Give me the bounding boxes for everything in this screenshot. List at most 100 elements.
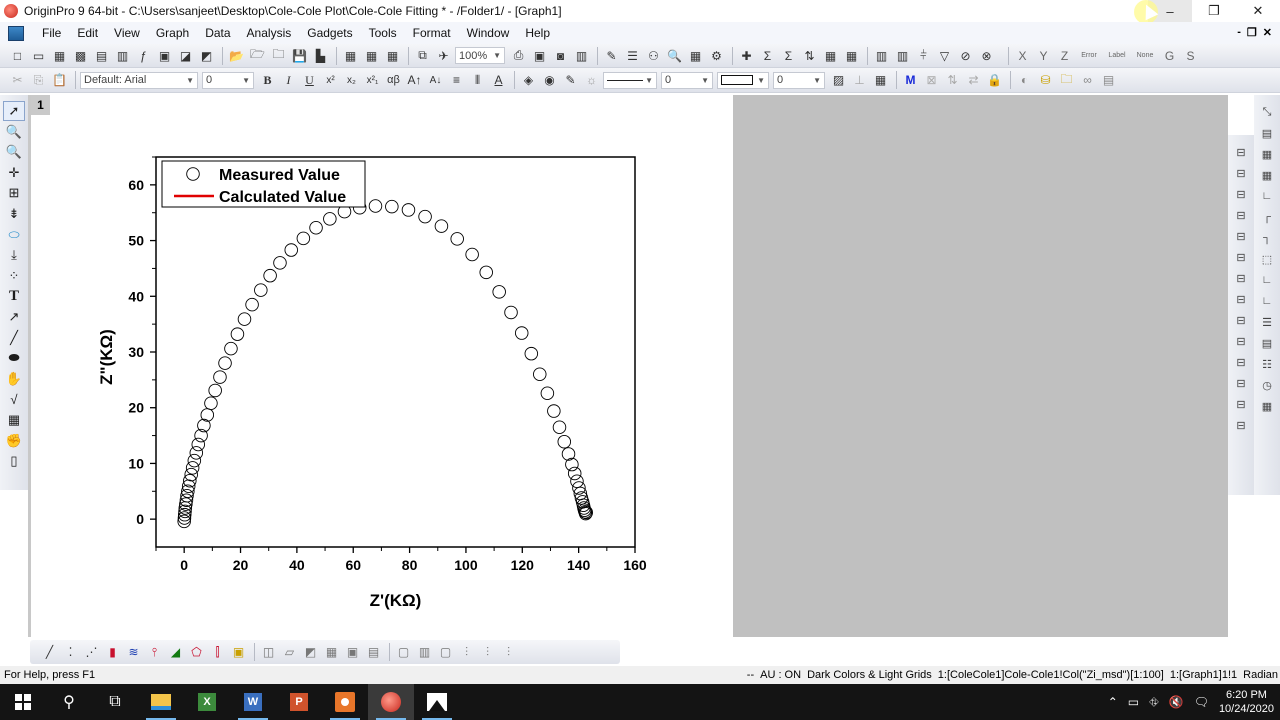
sort-icon[interactable]: ⇅ — [800, 47, 819, 65]
results-log-icon[interactable]: ☰ — [623, 47, 642, 65]
command-window-icon[interactable]: ▦ — [686, 47, 705, 65]
statistics-icon[interactable]: Σ — [779, 47, 798, 65]
font-color-icon[interactable]: A — [489, 71, 508, 89]
screen-reader-icon[interactable]: ⊞ — [3, 183, 25, 203]
new-graph-icon[interactable]: ▤ — [92, 47, 111, 65]
font-name-combo[interactable]: Default: Arial ▼ — [80, 71, 198, 89]
new-excel-icon[interactable]: ▩ — [71, 47, 90, 65]
new-project-icon[interactable]: □ — [8, 47, 27, 65]
decrease-font-button[interactable]: A↓ — [426, 71, 445, 89]
add-bottom-x-top-y-icon[interactable]: ▤ — [1258, 124, 1276, 142]
new-layout-icon[interactable]: ▣ — [155, 47, 174, 65]
object-browser-icon[interactable]: 🔍 — [665, 47, 684, 65]
save-icon[interactable]: 💾 — [290, 47, 309, 65]
line-tool-icon[interactable]: ╱ — [3, 328, 25, 348]
align-center-h-icon[interactable]: ⊟ — [1232, 227, 1250, 245]
draw-data-icon[interactable]: ⇟ — [3, 204, 25, 224]
slide-show-icon[interactable]: ◙ — [551, 47, 570, 65]
column-align-icon[interactable]: ⦀ — [468, 71, 487, 89]
film-icon[interactable]: ▥ — [572, 47, 591, 65]
offset-icon[interactable]: ⇅ — [943, 71, 962, 89]
bottom-left-red-axes-icon[interactable]: ∟ — [1258, 292, 1276, 310]
same-height-icon[interactable]: ⊟ — [1232, 290, 1250, 308]
close-button[interactable]: ✕ — [1236, 0, 1280, 22]
cut-icon[interactable]: ✂ — [8, 71, 27, 89]
start-button[interactable] — [0, 684, 46, 720]
reapply-filter-icon[interactable]: ⊗ — [977, 47, 996, 65]
paste-icon[interactable]: 📋 — [50, 71, 69, 89]
taskbar-file-explorer[interactable] — [138, 684, 184, 720]
insert-table-icon[interactable]: ▦ — [3, 410, 25, 430]
3d-scatter-icon[interactable]: ▤ — [364, 643, 383, 661]
folder-icon[interactable]: 🗀 — [1057, 71, 1076, 89]
set-column-x-button[interactable]: X — [1013, 47, 1032, 65]
chevron-down-icon[interactable]: ▼ — [645, 76, 653, 85]
3d-wire-icon[interactable]: ◩ — [301, 643, 320, 661]
unmask-icon[interactable]: ⊠ — [922, 71, 941, 89]
set-column-icon[interactable]: ▦ — [842, 47, 861, 65]
code-builder-icon[interactable]: ✎ — [602, 47, 621, 65]
pan-icon[interactable]: ✋ — [3, 369, 25, 389]
mask-icon[interactable]: M — [901, 71, 920, 89]
align-bottom-icon[interactable]: ⊟ — [1232, 164, 1250, 182]
line-plot-icon[interactable]: ╱ — [40, 643, 59, 661]
border-style-combo[interactable]: ▼ — [717, 71, 769, 89]
ungroup-objects-icon[interactable]: ⊟ — [1232, 416, 1250, 434]
chevron-down-icon[interactable]: ▼ — [186, 76, 194, 85]
new-matrix-icon[interactable]: ▥ — [113, 47, 132, 65]
distribute-h-icon[interactable]: ⊟ — [1232, 353, 1250, 371]
notifications-icon[interactable]: 🗨 — [1194, 695, 1209, 709]
line-symbol-icon[interactable]: ⋰ — [82, 643, 101, 661]
set-column-error-button[interactable]: Error — [1076, 47, 1102, 65]
menu-format[interactable]: Format — [405, 26, 459, 40]
line-color-icon[interactable]: ✎ — [561, 71, 580, 89]
search-button[interactable]: ⚲ — [46, 684, 92, 720]
mdi-minimize-button[interactable]: - — [1237, 26, 1241, 39]
merge-layers-icon[interactable]: ▢ — [394, 643, 413, 661]
column-chart-icon[interactable]: ▥ — [893, 47, 912, 65]
polar-plot-icon[interactable]: ⬠ — [187, 643, 206, 661]
set-column-s-button[interactable]: S — [1181, 47, 1200, 65]
sum-column-icon[interactable]: Σ — [758, 47, 777, 65]
mask-icon[interactable]: ⤓ — [3, 245, 25, 265]
menu-view[interactable]: View — [106, 26, 148, 40]
set-column-g-button[interactable]: G — [1160, 47, 1179, 65]
mdi-restore-button[interactable]: ❐ — [1247, 26, 1257, 39]
arrange-layers-icon[interactable]: ▥ — [415, 643, 434, 661]
link-icon[interactable]: ∞ — [1078, 71, 1097, 89]
clock[interactable]: 6:20 PM 10/24/2020 — [1219, 688, 1274, 716]
plugins-icon[interactable]: ⚙ — [707, 47, 726, 65]
add-inset-icon[interactable]: ▦ — [1258, 166, 1276, 184]
top-x-icon[interactable]: ┌ — [1258, 208, 1276, 226]
box-icon[interactable]: ⫩ — [914, 47, 933, 65]
same-width-icon[interactable]: ⊟ — [1232, 269, 1250, 287]
menu-edit[interactable]: Edit — [69, 26, 106, 40]
scatter-points-icon[interactable]: ⁘ — [3, 266, 25, 286]
frame-icon[interactable]: ⬚ — [1258, 250, 1276, 268]
set-column-z-button[interactable]: Z — [1055, 47, 1074, 65]
font-size-combo[interactable]: 0 ▼ — [202, 71, 254, 89]
new-notes-icon[interactable]: ◪ — [176, 47, 195, 65]
axis-line-icon[interactable]: ⊥ — [850, 71, 869, 89]
show-hidden-icons-button[interactable]: ⌃ — [1108, 695, 1118, 709]
normalize-icon[interactable]: ▦ — [821, 47, 840, 65]
align-top-icon[interactable]: ⊟ — [1232, 143, 1250, 161]
menu-data[interactable]: Data — [197, 26, 238, 40]
bold-button[interactable]: B — [258, 71, 277, 89]
zoom-out-icon[interactable]: 🔍 — [3, 142, 25, 162]
maximize-button[interactable]: ❐ — [1192, 0, 1236, 22]
layer-tab[interactable]: 1 — [31, 95, 50, 115]
menu-help[interactable]: Help — [517, 26, 558, 40]
bottom-left-axes-icon[interactable]: ∟ — [1258, 271, 1276, 289]
arrow-tool-icon[interactable]: ↗ — [3, 307, 25, 327]
taskbar-excel[interactable]: X — [184, 684, 230, 720]
scatter-plot-icon[interactable]: ⁚ — [61, 643, 80, 661]
copy-icon[interactable]: ⎘ — [29, 71, 48, 89]
open-excel-icon[interactable]: 🗀 — [269, 47, 288, 65]
chevron-down-icon[interactable]: ▼ — [242, 76, 250, 85]
taskbar-powerpoint[interactable]: P — [276, 684, 322, 720]
menu-gadgets[interactable]: Gadgets — [299, 26, 360, 40]
new-workbook-icon[interactable]: ▦ — [50, 47, 69, 65]
duplicate-icon[interactable]: ⧉ — [413, 47, 432, 65]
bring-front-icon[interactable]: ⊟ — [1232, 311, 1250, 329]
